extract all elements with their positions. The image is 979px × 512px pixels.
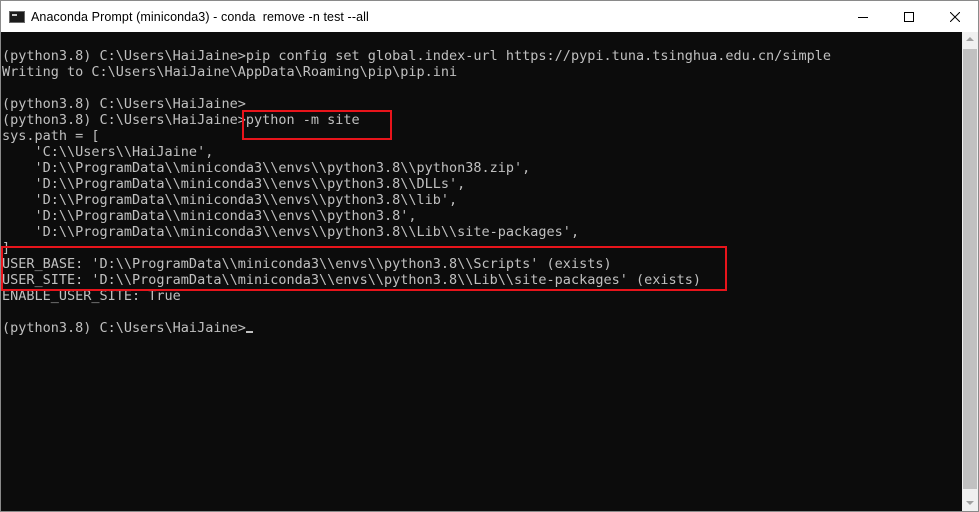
console-line: Writing to C:\Users\HaiJaine\AppData\Roa… bbox=[2, 64, 458, 80]
console-line: USER_SITE: 'D:\\ProgramData\\miniconda3\… bbox=[2, 272, 701, 288]
console-line: 'D:\\ProgramData\\miniconda3\\envs\\pyth… bbox=[2, 176, 466, 192]
maximize-button[interactable] bbox=[886, 1, 932, 32]
window-controls bbox=[840, 1, 978, 32]
minimize-icon bbox=[858, 16, 868, 18]
console-area[interactable]: (python3.8) C:\Users\HaiJaine>pip config… bbox=[1, 32, 962, 511]
minimize-button[interactable] bbox=[840, 1, 886, 32]
anaconda-prompt-window: Anaconda Prompt (miniconda3) - conda rem… bbox=[0, 0, 979, 512]
console-line: (python3.8) C:\Users\HaiJaine>python -m … bbox=[2, 112, 360, 128]
title-bar[interactable]: Anaconda Prompt (miniconda3) - conda rem… bbox=[1, 1, 978, 32]
close-icon bbox=[950, 11, 960, 22]
console-prompt-line[interactable]: (python3.8) C:\Users\HaiJaine> bbox=[2, 320, 831, 336]
console-line: ] bbox=[2, 240, 11, 256]
console-line: 'C:\\Users\\HaiJaine', bbox=[2, 144, 214, 160]
scroll-up-icon[interactable] bbox=[966, 37, 974, 41]
close-button[interactable] bbox=[932, 1, 978, 32]
console-line: sys.path = [ bbox=[2, 128, 100, 144]
vertical-scrollbar[interactable] bbox=[962, 32, 978, 511]
scroll-thumb[interactable] bbox=[963, 49, 977, 489]
console-output: (python3.8) C:\Users\HaiJaine>pip config… bbox=[2, 48, 831, 336]
console-line: (python3.8) C:\Users\HaiJaine>pip config… bbox=[2, 48, 832, 64]
prompt-text: (python3.8) C:\Users\HaiJaine> bbox=[2, 320, 246, 336]
text-cursor bbox=[245, 331, 253, 333]
window-title: Anaconda Prompt (miniconda3) - conda rem… bbox=[31, 9, 369, 24]
console-line: 'D:\\ProgramData\\miniconda3\\envs\\pyth… bbox=[2, 192, 458, 208]
console-line: (python3.8) C:\Users\HaiJaine> bbox=[2, 96, 246, 112]
console-line: USER_BASE: 'D:\\ProgramData\\miniconda3\… bbox=[2, 256, 612, 272]
console-line: 'D:\\ProgramData\\miniconda3\\envs\\pyth… bbox=[2, 208, 417, 224]
maximize-icon bbox=[904, 11, 914, 22]
console-icon bbox=[9, 10, 25, 23]
console-line: 'D:\\ProgramData\\miniconda3\\envs\\pyth… bbox=[2, 160, 531, 176]
scroll-down-icon[interactable] bbox=[966, 501, 974, 505]
console-line: 'D:\\ProgramData\\miniconda3\\envs\\pyth… bbox=[2, 224, 580, 240]
console-line: ENABLE_USER_SITE: True bbox=[2, 288, 181, 304]
